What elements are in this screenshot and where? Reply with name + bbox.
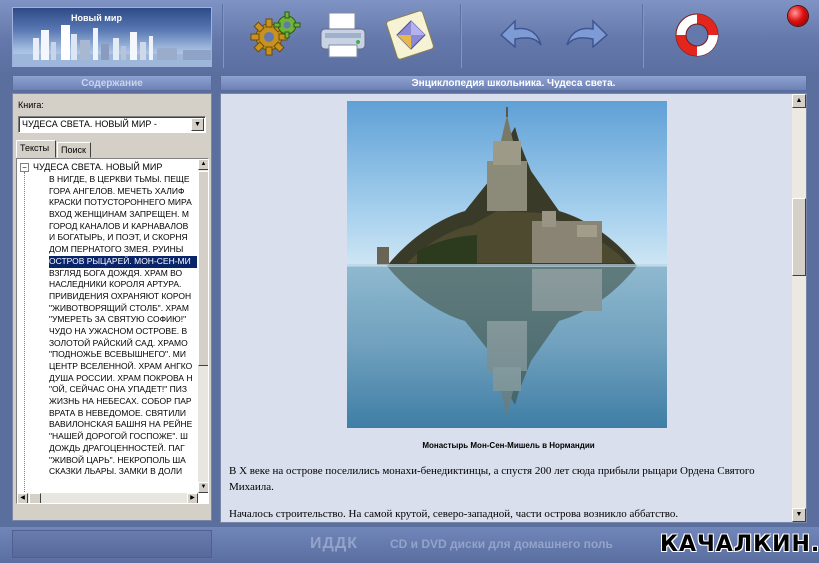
tab-texts[interactable]: Тексты (16, 140, 56, 158)
image-caption: Монастырь Мон-Сен-Мишель в Нормандии (422, 441, 595, 450)
tree-item[interactable]: ВЗГЛЯД БОГА ДОЖДЯ. ХРАМ ВО (49, 268, 197, 280)
article-pane: Монастырь Мон-Сен-Мишель в Нормандии В X… (220, 93, 807, 523)
toolbar: Новый мир (0, 0, 819, 72)
tree-item[interactable]: ВРАТА В НЕВЕДОМОЕ. СВЯТИЛИ (49, 408, 197, 420)
toolbar-separator (642, 4, 644, 68)
diamond-note-icon (386, 10, 434, 60)
arrow-forward-icon (566, 19, 609, 49)
tree-horizontal-scrollbar[interactable]: ◀ ▶ (17, 493, 198, 503)
mont-saint-michel-photo (347, 101, 667, 428)
tree-item[interactable]: "ОЙ, СЕЙЧАС ОНА УПАДЕТ!" ПИЗ (49, 384, 197, 396)
toolbar-separator (222, 4, 224, 68)
tree-item[interactable]: ДУША РОССИИ. ХРАМ ПОКРОВА Н (49, 373, 197, 385)
contents-panel: Книга: ЧУДЕСА СВЕТА. НОВЫЙ МИР - ▼ Текст… (12, 93, 212, 521)
arrow-back-icon (499, 19, 542, 49)
tree-item[interactable]: НАСЛЕДНИКИ КОРОЛЯ АРТУРА. (49, 279, 197, 291)
printer-icon (320, 12, 366, 58)
contents-title: Содержание (12, 75, 212, 91)
tree-item[interactable]: "ЖИВОЙ ЦАРЬ". НЕКРОПОЛЬ ША (49, 455, 197, 467)
book-select[interactable]: ЧУДЕСА СВЕТА. НОВЫЙ МИР - ▼ (18, 116, 206, 133)
scroll-left-icon[interactable]: ◀ (17, 493, 28, 503)
tree-item[interactable]: "УМЕРЕТЬ ЗА СВЯТУЮ СОФИЮ!" (49, 314, 197, 326)
tree-item[interactable]: "ЖИВОТВОРЯЩИЙ СТОЛБ". ХРАМ (49, 303, 197, 315)
scroll-right-icon[interactable]: ▶ (187, 493, 198, 503)
tree-item[interactable]: ПРИВИДЕНИЯ ОХРАНЯЮТ КОРОН (49, 291, 197, 303)
forward-button[interactable] (558, 5, 616, 65)
content-title: Энциклопедия школьника. Чудеса света. (220, 75, 807, 91)
content-vertical-scrollbar[interactable]: ▲ ▼ (792, 94, 806, 522)
tree-root-label: ЧУДЕСА СВЕТА. НОВЫЙ МИР (33, 162, 163, 172)
lifebuoy-icon (675, 13, 719, 57)
tree-item[interactable]: ГОРА АНГЕЛОВ. МЕЧЕТЬ ХАЛИФ (49, 186, 197, 198)
tree-item[interactable]: ЗОЛОТОЙ РАЙСКИЙ САД. ХРАМО (49, 338, 197, 350)
scroll-thumb[interactable] (29, 493, 41, 503)
scroll-thumb[interactable] (198, 171, 208, 366)
brand-label: ИДДК (310, 535, 359, 552)
gears-icon (250, 11, 301, 56)
tree-item[interactable]: ЦЕНТР ВСЕЛЕННОЙ. ХРАМ АНГКО (49, 361, 197, 373)
status-bar: ИДДК CD и DVD диски для домашнего поль К… (0, 527, 819, 563)
brand-tagline: CD и DVD диски для домашнего поль (390, 537, 613, 551)
exit-button[interactable] (788, 6, 808, 26)
city-skyline-icon (13, 25, 211, 66)
tree-item[interactable]: ЧУДО НА УЖАСНОМ ОСТРОВЕ. В (49, 326, 197, 338)
tree-item[interactable]: ДОЖДЬ ДРАГОЦЕННОСТЕЙ. ПАГ (49, 443, 197, 455)
back-button[interactable] (492, 5, 550, 65)
tree-item[interactable]: ГОРОД КАНАЛОВ И КАРНАВАЛОВ (49, 221, 197, 233)
toolbar-separator (460, 4, 462, 68)
watermark: КАЧАЛКИН.РУ (660, 532, 819, 557)
tree-item[interactable]: СКАЗКИ ЛЬАРЫ. ЗАМКИ В ДОЛИ (49, 466, 197, 478)
book-select-value: ЧУДЕСА СВЕТА. НОВЫЙ МИР - (22, 119, 157, 129)
scroll-down-icon[interactable]: ▼ (792, 508, 806, 522)
help-button[interactable] (668, 5, 726, 65)
tree-item[interactable]: ДОМ ПЕРНАТОГО ЗМЕЯ. РУИНЫ (49, 244, 197, 256)
contents-tree[interactable]: − ЧУДЕСА СВЕТА. НОВЫЙ МИР В НИГДЕ, В ЦЕРК… (16, 158, 209, 504)
scroll-up-icon[interactable]: ▲ (198, 159, 208, 170)
tree-item[interactable]: "НАШЕЙ ДОРОГОЙ ГОСПОЖЕ". Ш (49, 431, 197, 443)
logo-banner: Новый мир (12, 7, 212, 67)
book-label: Книга: (18, 100, 44, 110)
tree-item[interactable]: В НИГДЕ, В ЦЕРКВИ ТЬМЫ. ПЕЩЕ (49, 174, 197, 186)
bookmark-button[interactable] (382, 5, 440, 65)
tree-item[interactable]: ВАВИЛОНСКАЯ БАШНЯ НА РЕЙНЕ (49, 419, 197, 431)
collapse-icon[interactable]: − (20, 163, 29, 173)
tree-items: В НИГДЕ, В ЦЕРКВИ ТЬМЫ. ПЕЩЕ ГОРА АНГЕЛОВ… (49, 174, 197, 478)
scroll-up-icon[interactable]: ▲ (792, 94, 806, 108)
tree-item[interactable]: И БОГАТЫРЬ, И ПОЭТ, И СКОРНЯ (49, 232, 197, 244)
tree-item[interactable]: ВХОД ЖЕНЩИНАМ ЗАПРЕЩЕН. М (49, 209, 197, 221)
scroll-down-icon[interactable]: ▼ (198, 482, 208, 493)
tree-item[interactable]: КРАСКИ ПОТУСТОРОННЕГО МИРА (49, 197, 197, 209)
tree-vertical-scrollbar[interactable]: ▲ ▼ (198, 159, 208, 493)
tab-search[interactable]: Поиск (57, 142, 91, 158)
article-paragraph: В X веке на острове поселились монахи-бе… (229, 465, 755, 493)
chevron-down-icon[interactable]: ▼ (191, 118, 204, 131)
tree-root[interactable]: − ЧУДЕСА СВЕТА. НОВЫЙ МИР (20, 162, 163, 173)
tree-guide-line (24, 172, 25, 503)
print-button[interactable] (314, 5, 372, 65)
tree-item[interactable]: ЖИЗНЬ НА НЕБЕСАХ. СОБОР ПАР (49, 396, 197, 408)
settings-button[interactable] (246, 5, 304, 65)
status-panel (12, 530, 212, 558)
article-paragraph: Началось строительство. На самой крутой,… (229, 508, 679, 520)
tree-item[interactable]: ОСТРОВ РЫЦАРЕЙ. МОН-СЕН-МИ (49, 255, 197, 268)
tree-item[interactable]: "ПОДНОЖЬЕ ВСЕВЫШНЕГО". МИ (49, 349, 197, 361)
scroll-thumb[interactable] (792, 198, 806, 276)
